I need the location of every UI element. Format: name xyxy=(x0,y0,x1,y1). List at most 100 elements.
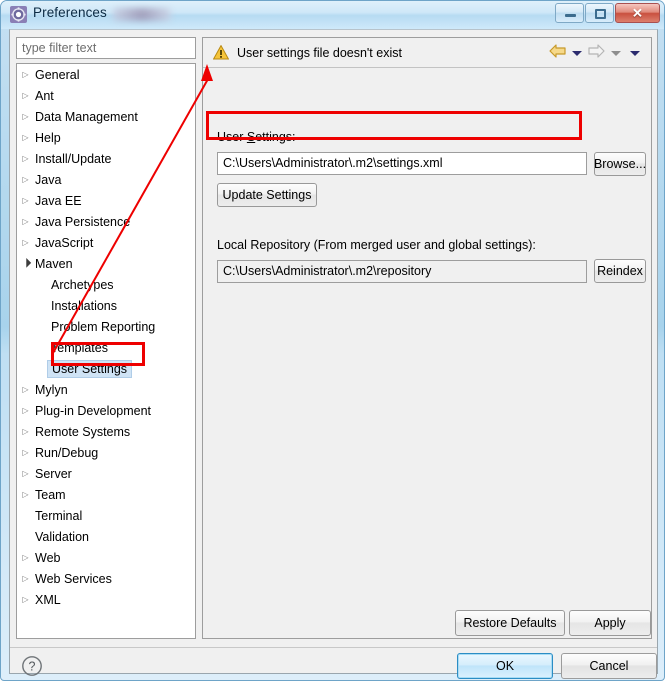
restore-button[interactable] xyxy=(585,3,614,23)
chevron-right-icon[interactable] xyxy=(17,596,34,604)
close-button[interactable]: ✕ xyxy=(615,3,660,23)
chevron-right-icon[interactable] xyxy=(17,218,34,226)
sidebar-item-maven[interactable]: Maven xyxy=(17,253,195,274)
local-repository-input: C:\Users\Administrator\.m2\repository xyxy=(217,260,587,283)
cancel-button[interactable]: Cancel xyxy=(561,653,657,679)
sidebar-item-archetypes[interactable]: Archetypes xyxy=(17,274,195,295)
sidebar-item-remote-systems[interactable]: Remote Systems xyxy=(17,421,195,442)
chevron-down-icon[interactable] xyxy=(17,259,34,268)
sidebar-item-plug-in-development[interactable]: Plug-in Development xyxy=(17,400,195,421)
sidebar-item-install-update[interactable]: Install/Update xyxy=(17,148,195,169)
sidebar-item-help[interactable]: Help xyxy=(17,127,195,148)
sidebar-item-label: Mylyn xyxy=(35,382,68,397)
chevron-right-icon[interactable] xyxy=(17,449,34,457)
chevron-right-icon[interactable] xyxy=(17,407,34,415)
dialog-body: type filter text General Ant Data Manageme… xyxy=(9,29,658,679)
sidebar-item-team[interactable]: Team xyxy=(17,484,195,505)
minimize-button[interactable] xyxy=(555,3,584,23)
help-question-icon[interactable]: ? xyxy=(21,655,43,677)
sidebar-item-label: Plug-in Development xyxy=(35,403,152,418)
sidebar-item-label: Help xyxy=(35,130,61,145)
chevron-right-icon[interactable] xyxy=(17,71,34,79)
reindex-button[interactable]: Reindex xyxy=(594,259,646,283)
page-nav-icons xyxy=(549,44,643,63)
back-dropdown-caret[interactable] xyxy=(572,51,582,56)
update-settings-button[interactable]: Update Settings xyxy=(217,183,317,207)
sidebar-item-label: Run/Debug xyxy=(35,445,99,460)
sidebar-item-validation[interactable]: Validation xyxy=(17,526,195,547)
chevron-right-icon[interactable] xyxy=(17,113,34,121)
sidebar-item-mylyn[interactable]: Mylyn xyxy=(17,379,195,400)
back-arrow-icon[interactable] xyxy=(549,44,566,63)
sidebar-item-label: Ant xyxy=(35,88,54,103)
sidebar-item-user-settings[interactable]: User Settings xyxy=(17,358,195,379)
chevron-right-icon[interactable] xyxy=(17,470,34,478)
chevron-right-icon[interactable] xyxy=(17,554,34,562)
sidebar-item-web-services[interactable]: Web Services xyxy=(17,568,195,589)
view-menu-caret[interactable] xyxy=(630,51,640,56)
filter-input[interactable]: type filter text xyxy=(16,37,196,59)
chevron-right-icon[interactable] xyxy=(17,176,34,184)
sidebar-item-label: Web Services xyxy=(35,571,112,586)
forward-arrow-icon xyxy=(588,44,605,63)
sidebar-item-java-ee[interactable]: Java EE xyxy=(17,190,195,211)
sidebar-item-label: JavaScript xyxy=(35,235,94,250)
sidebar-item-data-management[interactable]: Data Management xyxy=(17,106,195,127)
ok-button[interactable]: OK xyxy=(457,653,553,679)
chevron-right-icon[interactable] xyxy=(17,428,34,436)
user-settings-label: User Settings: xyxy=(217,130,296,144)
sidebar-item-run-debug[interactable]: Run/Debug xyxy=(17,442,195,463)
chevron-right-icon[interactable] xyxy=(17,134,34,142)
chevron-right-icon[interactable] xyxy=(17,239,34,247)
sidebar-item-problem-reporting[interactable]: Problem Reporting xyxy=(17,316,195,337)
chevron-right-icon[interactable] xyxy=(17,155,34,163)
sidebar-item-label: Team xyxy=(35,487,66,502)
chevron-right-icon[interactable] xyxy=(17,491,34,499)
preferences-window: Preferences ✕ type filter text General An… xyxy=(0,0,665,681)
sidebar-item-label: General xyxy=(35,67,80,82)
sidebar-item-label: Maven xyxy=(35,256,73,271)
chevron-right-icon[interactable] xyxy=(17,386,34,394)
sidebar-item-server[interactable]: Server xyxy=(17,463,195,484)
sidebar-item-templates[interactable]: Templates xyxy=(17,337,195,358)
sidebar-item-label: Install/Update xyxy=(35,151,112,166)
sidebar-item-java[interactable]: Java xyxy=(17,169,195,190)
sidebar-item-xml[interactable]: XML xyxy=(17,589,195,610)
sidebar-item-label: Validation xyxy=(35,529,89,544)
user-settings-path-input[interactable]: C:\Users\Administrator\.m2\settings.xml xyxy=(217,152,587,175)
sidebar-item-web[interactable]: Web xyxy=(17,547,195,568)
sidebar-item-label: Archetypes xyxy=(51,277,114,292)
window-title: Preferences xyxy=(33,5,107,20)
title-bar[interactable]: Preferences ✕ xyxy=(1,1,664,29)
warning-icon xyxy=(212,44,230,60)
sidebar-item-label: XML xyxy=(35,592,61,607)
user-settings-label-suffix: ettings: xyxy=(255,130,296,144)
sidebar-item-label: User Settings xyxy=(47,359,133,378)
sidebar-item-label: Remote Systems xyxy=(35,424,131,439)
sidebar-item-java-persistence[interactable]: Java Persistence xyxy=(17,211,195,232)
user-settings-label-prefix: User xyxy=(217,130,247,144)
sidebar-item-installations[interactable]: Installations xyxy=(17,295,195,316)
restore-defaults-button[interactable]: Restore Defaults xyxy=(455,610,565,636)
apply-button[interactable]: Apply xyxy=(569,610,651,636)
sidebar-item-javascript[interactable]: JavaScript xyxy=(17,232,195,253)
sidebar-item-ant[interactable]: Ant xyxy=(17,85,195,106)
user-settings-label-mnemonic: S xyxy=(246,130,256,144)
filter-placeholder: type filter text xyxy=(22,41,97,55)
svg-text:?: ? xyxy=(29,660,36,674)
forward-dropdown-caret xyxy=(611,51,621,56)
sidebar-item-general[interactable]: General xyxy=(17,64,195,85)
chevron-right-icon[interactable] xyxy=(17,197,34,205)
sidebar-item-label: Java xyxy=(35,172,62,187)
browse-button[interactable]: Browse... xyxy=(594,152,646,176)
sidebar-item-label: Templates xyxy=(51,340,108,355)
chevron-right-icon[interactable] xyxy=(17,575,34,583)
sidebar-item-label: Java EE xyxy=(35,193,82,208)
sidebar-item-label: Server xyxy=(35,466,72,481)
preferences-tree[interactable]: General Ant Data Management Help Install/Upd… xyxy=(16,63,196,639)
sidebar-item-label: Installations xyxy=(51,298,118,313)
chevron-right-icon[interactable] xyxy=(17,92,34,100)
sidebar-item-label: Web xyxy=(35,550,61,565)
page-title: User settings file doesn't exist xyxy=(237,45,402,60)
sidebar-item-terminal[interactable]: Terminal xyxy=(17,505,195,526)
